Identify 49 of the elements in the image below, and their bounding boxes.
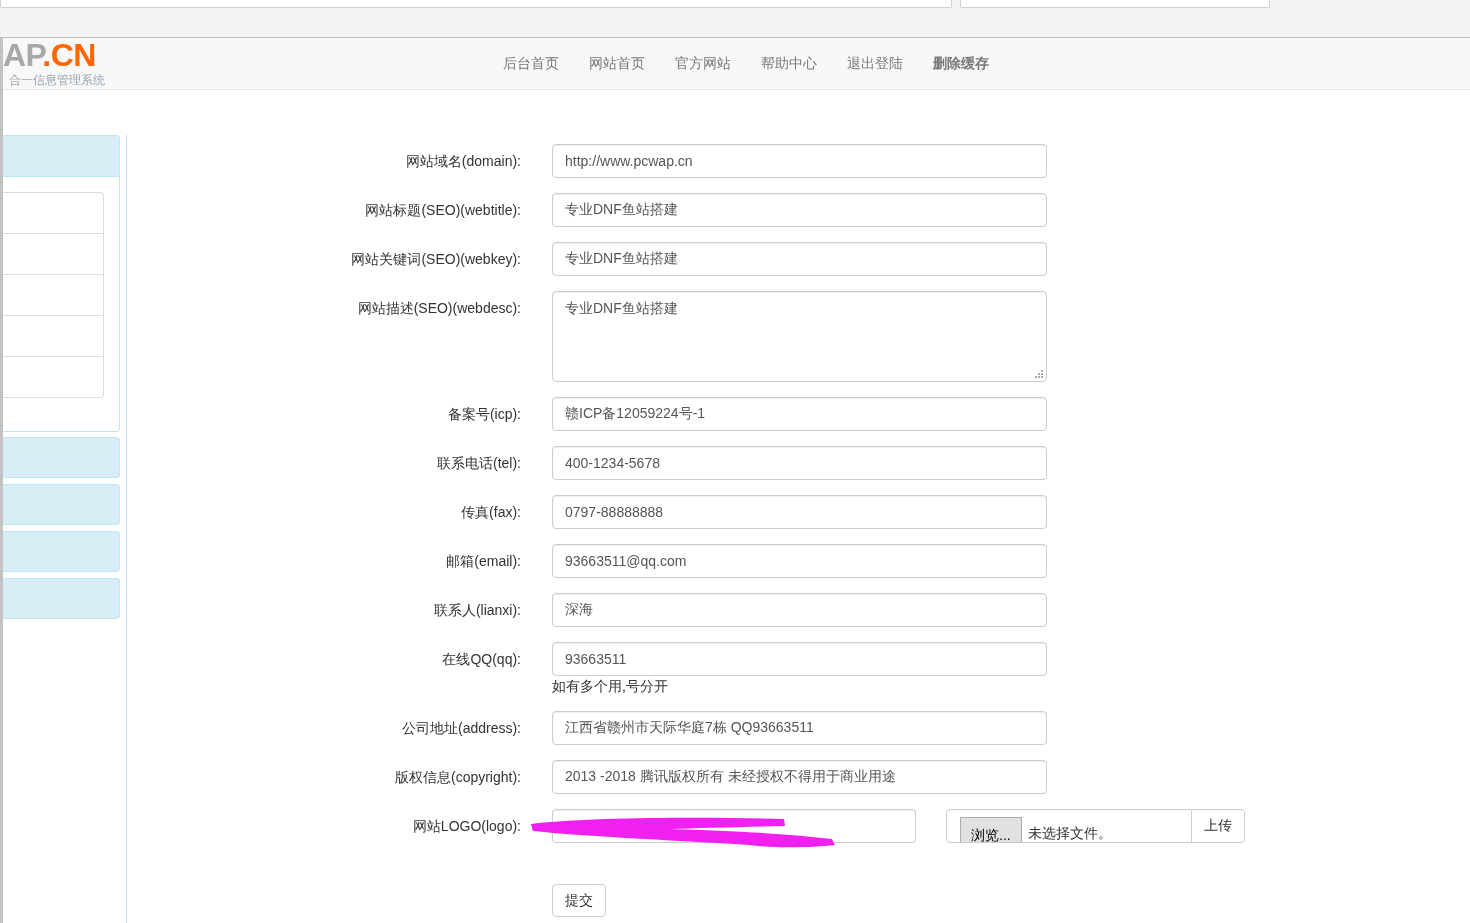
text-field[interactable]: 江西省赣州市天际华庭7栋 QQ93663511: [552, 711, 1047, 745]
submit-button[interactable]: 提交: [552, 884, 606, 917]
field-label: 网站LOGO(logo):: [411, 817, 521, 836]
text-field[interactable]: 0797-88888888: [552, 495, 1047, 529]
search-field[interactable]: [960, 0, 1270, 8]
field-label: 网站描述(SEO)(webdesc):: [356, 299, 521, 318]
sidebar-item[interactable]: [3, 192, 104, 234]
sidebar-item[interactable]: [3, 356, 104, 398]
field-label: 网站标题(SEO)(webtitle):: [364, 201, 521, 220]
nav-link[interactable]: 网站首页: [574, 38, 660, 89]
panel-heading[interactable]: [3, 531, 120, 572]
text-field[interactable]: 93663511@qq.com: [552, 544, 1047, 578]
field-label: 备案号(icp):: [446, 405, 521, 424]
text-field[interactable]: 赣ICP备12059224号-1: [552, 397, 1047, 431]
text-field[interactable]: 400-1234-5678: [552, 446, 1047, 480]
text-field[interactable]: 93663511: [552, 642, 1047, 676]
panel-heading[interactable]: [3, 437, 120, 478]
field-label: 在线QQ(qq):: [441, 650, 521, 669]
nav-link[interactable]: 帮助中心: [746, 38, 832, 89]
text-field[interactable]: 深海: [552, 593, 1047, 627]
logo-text: AP.CN: [3, 40, 96, 70]
logo-subtitle: 合一信息管理系统: [9, 73, 105, 87]
text-field[interactable]: 2013 -2018 腾讯版权所有 未经授权不得用于商业用途: [552, 760, 1047, 794]
file-status-text: 未选择文件。: [1027, 824, 1112, 842]
nav-link[interactable]: 官方网站: [660, 38, 746, 89]
address-bar[interactable]: [0, 0, 952, 8]
panel-heading[interactable]: [3, 136, 119, 177]
panel-heading[interactable]: [3, 484, 120, 525]
panel-heading[interactable]: [3, 578, 120, 619]
field-label: 网站关键词(SEO)(webkey):: [350, 250, 521, 269]
field-label: 联系人(lianxi):: [432, 601, 521, 620]
upload-button[interactable]: 上传: [1191, 809, 1245, 843]
textarea-field[interactable]: 专业DNF鱼站搭建: [552, 291, 1047, 382]
browse-button[interactable]: 浏览...: [960, 817, 1022, 842]
field-label: 网站域名(domain):: [404, 152, 521, 171]
field-label: 公司地址(address):: [400, 719, 521, 738]
field-label: 传真(fax):: [460, 503, 521, 522]
nav-link[interactable]: 删除缓存: [918, 38, 1004, 89]
field-label: 版权信息(copyright):: [393, 768, 521, 787]
text-field[interactable]: 专业DNF鱼站搭建: [552, 193, 1047, 227]
nav-link[interactable]: 退出登陆: [832, 38, 918, 89]
resize-grip-icon[interactable]: [1035, 370, 1043, 378]
text-field[interactable]: http://www.pcwap.cn: [552, 144, 1047, 178]
nav-link[interactable]: 后台首页: [488, 38, 574, 89]
help-text: 如有多个用,号分开: [552, 677, 668, 696]
text-field[interactable]: 专业DNF鱼站搭建: [552, 242, 1047, 276]
file-field[interactable]: 浏览... 未选择文件。: [946, 809, 1192, 843]
field-label: 邮箱(email):: [445, 552, 521, 571]
field-label: 联系电话(tel):: [436, 454, 521, 473]
